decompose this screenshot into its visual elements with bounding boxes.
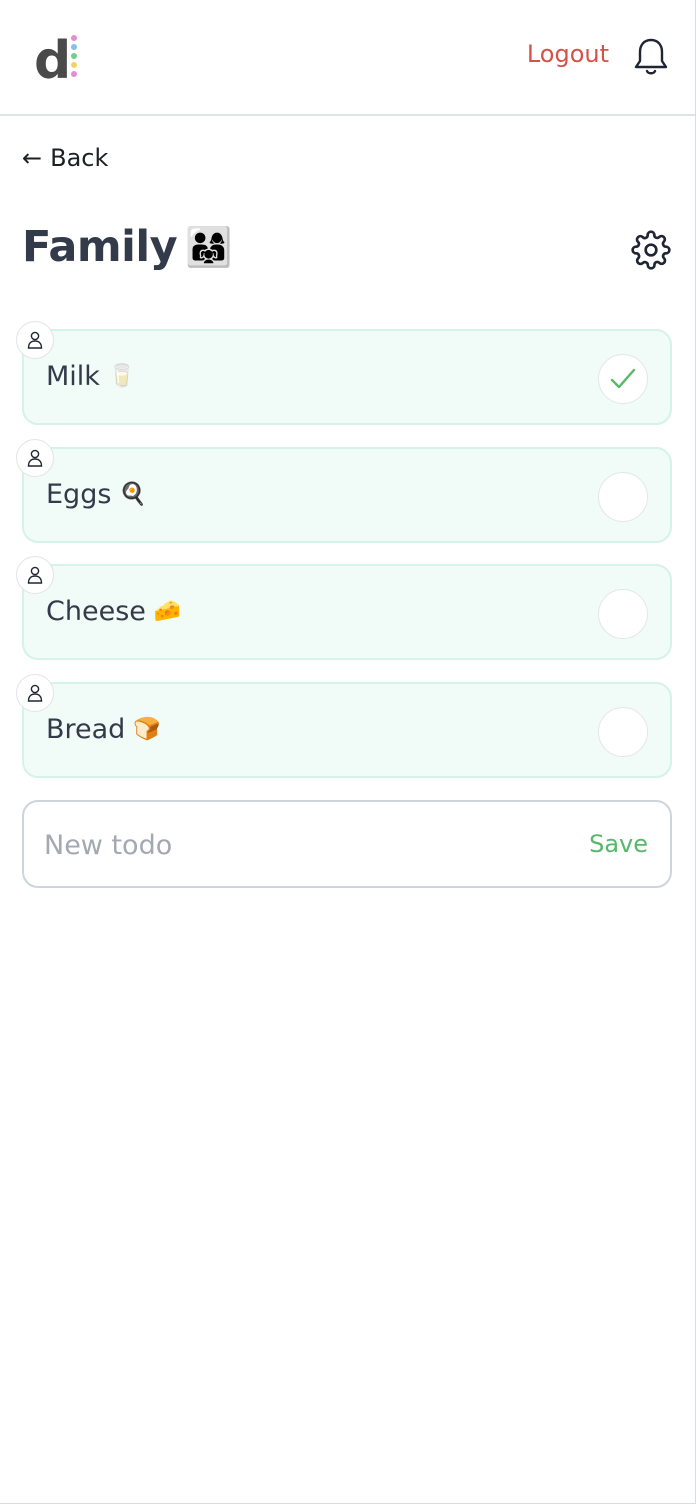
logout-button[interactable]: Logout [527,40,609,68]
user-icon[interactable] [16,439,54,477]
todo-checkbox[interactable] [598,589,648,639]
todo-label: Eggs 🍳 [46,479,147,510]
todo-checkbox[interactable] [598,354,648,404]
new-todo-form: Save [22,800,672,888]
todo-item[interactable]: Eggs 🍳 [16,439,672,543]
checkmark-icon [610,368,636,389]
top-bar: d Logout [0,0,695,116]
cheese-emoji: 🧀 [153,599,182,624]
todo-label: Cheese 🧀 [46,596,181,627]
eggs-emoji: 🍳 [119,482,147,507]
arrow-left-icon: ← [22,144,43,172]
milk-emoji: 🥛 [107,364,136,389]
todo-text: Milk [46,361,100,392]
todo-label: Milk 🥛 [46,361,135,392]
page-title: Family 👨‍👩‍👧 [22,222,671,272]
todo-item[interactable]: Milk 🥛 [16,321,672,425]
user-icon[interactable] [16,321,54,359]
back-link[interactable]: ← Back [22,144,108,172]
todo-label: Bread 🍞 [46,714,161,745]
app-logo[interactable]: d [34,28,86,91]
todo-item[interactable]: Cheese 🧀 [16,556,672,660]
user-icon[interactable] [16,674,54,712]
todo-item[interactable]: Bread 🍞 [16,674,672,778]
bread-emoji: 🍞 [133,717,161,742]
list-header: Family 👨‍👩‍👧 [22,222,671,282]
todo-checkbox[interactable] [598,707,648,757]
family-emoji: 👨‍👩‍👧 [185,224,233,269]
list-title: Family [22,222,178,272]
bell-icon[interactable] [633,36,669,76]
todo-text: Cheese [46,596,146,627]
todo-checkbox[interactable] [598,472,648,522]
svg-text:d: d [34,31,71,84]
new-todo-input[interactable] [44,822,524,868]
todo-text: Eggs [46,479,112,510]
logo-mark-icon: d [34,31,77,91]
back-label: Back [50,144,109,172]
app-screen: d Logout ← Back Family 👨‍👩‍👧 [0,0,696,1504]
user-icon[interactable] [16,556,54,594]
save-button[interactable]: Save [589,830,648,858]
todo-text: Bread [46,714,126,745]
gear-icon[interactable] [631,230,671,270]
